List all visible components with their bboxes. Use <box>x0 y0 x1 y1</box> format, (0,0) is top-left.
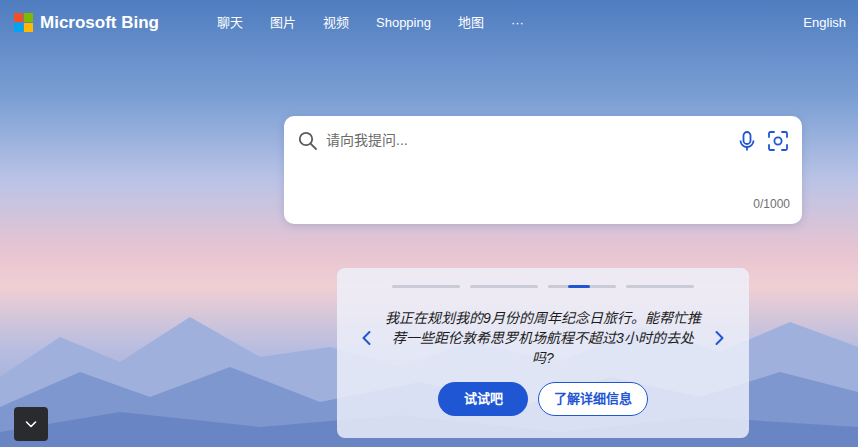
logo-text: Microsoft Bing <box>40 10 159 36</box>
try-button[interactable]: 试试吧 <box>438 382 528 416</box>
language-switch[interactable]: English <box>803 13 846 33</box>
chevron-down-icon <box>24 417 38 431</box>
nav-item[interactable]: Shopping <box>376 13 431 33</box>
carousel-indicators <box>392 285 694 288</box>
top-bar: Microsoft Bing 聊天 图片 视频 Shopping 地图 ··· English <box>0 0 858 45</box>
character-counter: 0/1000 <box>298 195 790 213</box>
nav-item[interactable]: 地图 <box>458 13 484 33</box>
indicator-highlight <box>568 285 590 288</box>
microsoft-logo-icon <box>14 13 33 32</box>
carousel-indicator[interactable] <box>626 285 694 288</box>
visual-search-icon[interactable] <box>766 129 790 153</box>
chevron-left-icon[interactable] <box>356 327 378 349</box>
prompt-card: 我正在规划我的9月份的周年纪念日旅行。能帮忙推荐一些距伦敦希思罗机场航程不超过3… <box>337 268 749 438</box>
nav-item[interactable]: 图片 <box>270 13 296 33</box>
prompt-row: 我正在规划我的9月份的周年纪念日旅行。能帮忙推荐一些距伦敦希思罗机场航程不超过3… <box>347 308 739 368</box>
carousel-indicator[interactable] <box>392 285 460 288</box>
microphone-icon[interactable] <box>736 130 758 152</box>
scroll-down-button[interactable] <box>14 407 48 441</box>
prompt-text: 我正在规划我的9月份的周年纪念日旅行。能帮忙推荐一些距伦敦希思罗机场航程不超过3… <box>384 308 702 368</box>
learn-more-button[interactable]: 了解详细信息 <box>538 382 648 416</box>
nav-item[interactable]: ··· <box>511 13 524 33</box>
nav-item[interactable]: 聊天 <box>217 13 243 33</box>
nav-menu: 聊天 图片 视频 Shopping 地图 ··· <box>217 13 524 33</box>
carousel-indicator[interactable] <box>470 285 538 288</box>
nav-item[interactable]: 视频 <box>323 13 349 33</box>
search-row <box>298 128 790 153</box>
search-box: 0/1000 <box>284 116 802 224</box>
bing-logo[interactable]: Microsoft Bing <box>14 10 159 36</box>
main-column: 0/1000 我正在规划我的9月份的周年纪念日旅行。能帮忙推荐一些距伦敦希思罗机场… <box>284 45 802 438</box>
chevron-right-icon[interactable] <box>708 327 730 349</box>
search-icon <box>298 131 318 151</box>
button-row: 试试吧了解详细信息 <box>438 382 648 416</box>
carousel-indicator[interactable] <box>548 285 616 288</box>
search-input[interactable] <box>326 128 728 153</box>
